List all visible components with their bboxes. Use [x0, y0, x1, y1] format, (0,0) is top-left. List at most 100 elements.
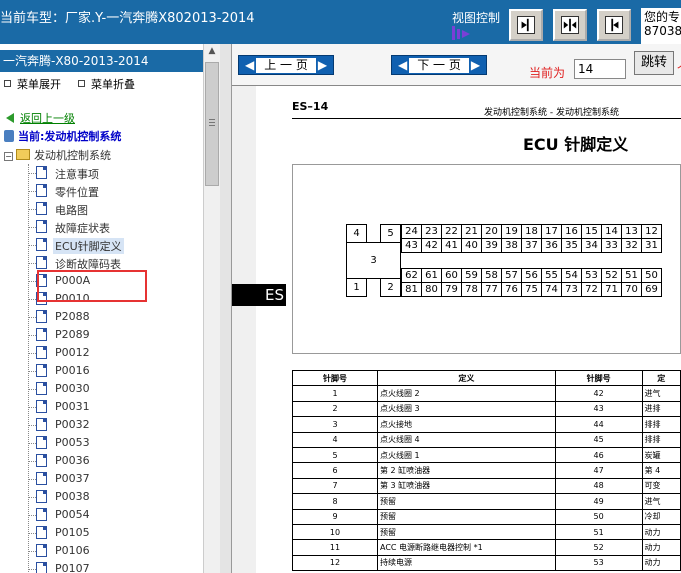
- table-cell: 第 2 缸喷油器: [376, 462, 556, 479]
- connector-pin: 20: [481, 224, 502, 239]
- expand-menu-button[interactable]: 菜单展开: [4, 76, 61, 92]
- table-header-row: 针脚号 定义 针脚号 定: [292, 369, 681, 387]
- document-icon: [36, 346, 47, 359]
- panel-left-arrow-icon: [605, 16, 623, 34]
- document-icon: [36, 256, 47, 269]
- connector-pin: 22: [441, 224, 462, 239]
- page-nav-bar: ◀上 一 页▶ ◀下 一 页▶ 当前为 跳转 个: [232, 44, 681, 86]
- connector-pin: 53: [581, 268, 602, 283]
- connector-pin: 34: [581, 238, 602, 253]
- connector-pin: 23: [421, 224, 442, 239]
- tree-folder[interactable]: − 发动机控制系统: [4, 147, 111, 163]
- scroll-up-icon[interactable]: ▲: [204, 46, 220, 62]
- scroll-thumb[interactable]: [205, 62, 219, 186]
- connector-pin: 36: [541, 238, 562, 253]
- connector-pin: 16: [561, 224, 582, 239]
- connector-pin: 13: [621, 224, 642, 239]
- connector-pin: 51: [621, 268, 642, 283]
- table-cell: 7: [292, 477, 378, 495]
- view-left-panel-button[interactable]: [509, 9, 543, 41]
- table-cell: 动力: [641, 554, 681, 572]
- connector-pin: 18: [521, 224, 542, 239]
- connector-left-block: 4 5 3 1 2: [346, 224, 401, 297]
- tree-item-label: 故障症状表: [55, 222, 110, 235]
- table-cell: ACC 电源断路继电器控制 *1: [376, 539, 556, 556]
- table-cell: 第 4: [641, 462, 681, 479]
- connector-pin: 43: [401, 238, 422, 253]
- view-right-panel-button[interactable]: [597, 9, 631, 41]
- table-cell: 持续电源: [376, 554, 556, 572]
- connector-pin: 4: [346, 224, 367, 243]
- connector-pin: 55: [541, 268, 562, 283]
- document-page: ES–14 发动机控制系统 - 发动机控制系统 ECU 针脚定义 4 5 3 1…: [286, 86, 681, 573]
- tree-item-label: 零件位置: [55, 186, 99, 199]
- connector-pin: 21: [461, 224, 482, 239]
- tree-item-label: ECU针脚定义: [53, 238, 124, 254]
- connector-pin: 2: [380, 278, 401, 297]
- table-row: 3 点火接地 44 排排: [292, 416, 681, 433]
- connector-pin: 14: [601, 224, 622, 239]
- tree-item-label: P0030: [55, 382, 90, 395]
- connector-pin: 31: [641, 238, 662, 253]
- table-cell: 8: [292, 493, 378, 510]
- info-number: 87038: [644, 24, 681, 38]
- panel-splitter[interactable]: [220, 44, 232, 573]
- computer-icon: [4, 130, 14, 142]
- view-toggle-icon[interactable]: [452, 26, 470, 40]
- tree-item-label: P0054: [55, 508, 90, 521]
- app-window: 当前车型：厂家.Y-一汽奔腾X802013-2014 视图控制 您的专 8703…: [0, 0, 681, 573]
- document-icon: [36, 526, 47, 539]
- table-row: 11 ACC 电源断路继电器控制 *1 52 动力: [292, 539, 681, 556]
- table-cell: 2: [292, 400, 378, 418]
- next-page-button[interactable]: ◀ 下 一 页 ▶: [391, 55, 488, 75]
- connector-pin: 38: [501, 238, 522, 253]
- document-icon: [36, 436, 47, 449]
- left-scrollbar[interactable]: ▲: [203, 44, 220, 573]
- connector-pin: 71: [601, 282, 622, 297]
- document-icon: [36, 310, 47, 323]
- back-link-label: 返回上一级: [20, 112, 75, 125]
- document-icon: [36, 490, 47, 503]
- tree-item-label: P0105: [55, 526, 90, 539]
- jump-button[interactable]: 跳转: [634, 51, 674, 75]
- tree-item-label: P0037: [55, 472, 90, 485]
- tree-item-label: P0107: [55, 562, 90, 573]
- page-number-input[interactable]: [574, 59, 626, 79]
- table-row: 10 预留 51 动力: [292, 523, 681, 541]
- table-row: 6第 2 缸喷油器 47 第 4: [292, 462, 681, 479]
- column-header: 针脚号: [554, 369, 643, 387]
- table-cell: 动力: [641, 539, 681, 556]
- table-row: 4 点火线圈 4 45 排排: [292, 431, 681, 448]
- back-link[interactable]: 返回上一级: [6, 110, 75, 126]
- table-cell: 42: [554, 385, 643, 402]
- table-cell: 12: [292, 554, 378, 572]
- prev-page-button[interactable]: ◀ 上 一 页 ▶: [238, 55, 335, 75]
- connector-pin: 37: [521, 238, 542, 253]
- connector-pin: 56: [521, 268, 542, 283]
- table-cell: 进气: [641, 493, 681, 510]
- tree-folder-label: 发动机控制系统: [34, 149, 111, 162]
- prev-arrow-icon: ◀: [245, 58, 255, 72]
- connector-pin: 60: [441, 268, 462, 283]
- collapse-icon: [78, 80, 85, 87]
- table-cell: 排排: [641, 431, 681, 448]
- connector-pin: 41: [441, 238, 462, 253]
- current-page-label: 当前为: [529, 66, 566, 80]
- tree-item-label: P0012: [55, 346, 90, 359]
- collapse-node-icon[interactable]: −: [4, 152, 13, 161]
- tree-item-label: P0053: [55, 436, 90, 449]
- top-bar: 当前车型：厂家.Y-一汽奔腾X802013-2014 视图控制 您的专 8703…: [0, 0, 681, 44]
- document-icon: [36, 220, 47, 233]
- car-model-label: 当前车型：厂家.Y-一汽奔腾X802013-2014: [0, 11, 255, 26]
- table-cell: 第 3 缸喷油器: [376, 477, 556, 495]
- document-icon: [36, 544, 47, 557]
- connector-pin: 79: [441, 282, 462, 297]
- collapse-menu-button[interactable]: 菜单折叠: [78, 76, 135, 92]
- tree-item-label: P0036: [55, 454, 90, 467]
- vehicle-title: 一汽奔腾-X80-2013-2014: [0, 50, 203, 72]
- table-cell: 46: [554, 446, 643, 464]
- connector-pin: 3: [346, 242, 401, 279]
- section-tab: ES: [232, 284, 286, 306]
- view-split-button[interactable]: [553, 9, 587, 41]
- table-cell: 点火线圈 3: [376, 400, 556, 418]
